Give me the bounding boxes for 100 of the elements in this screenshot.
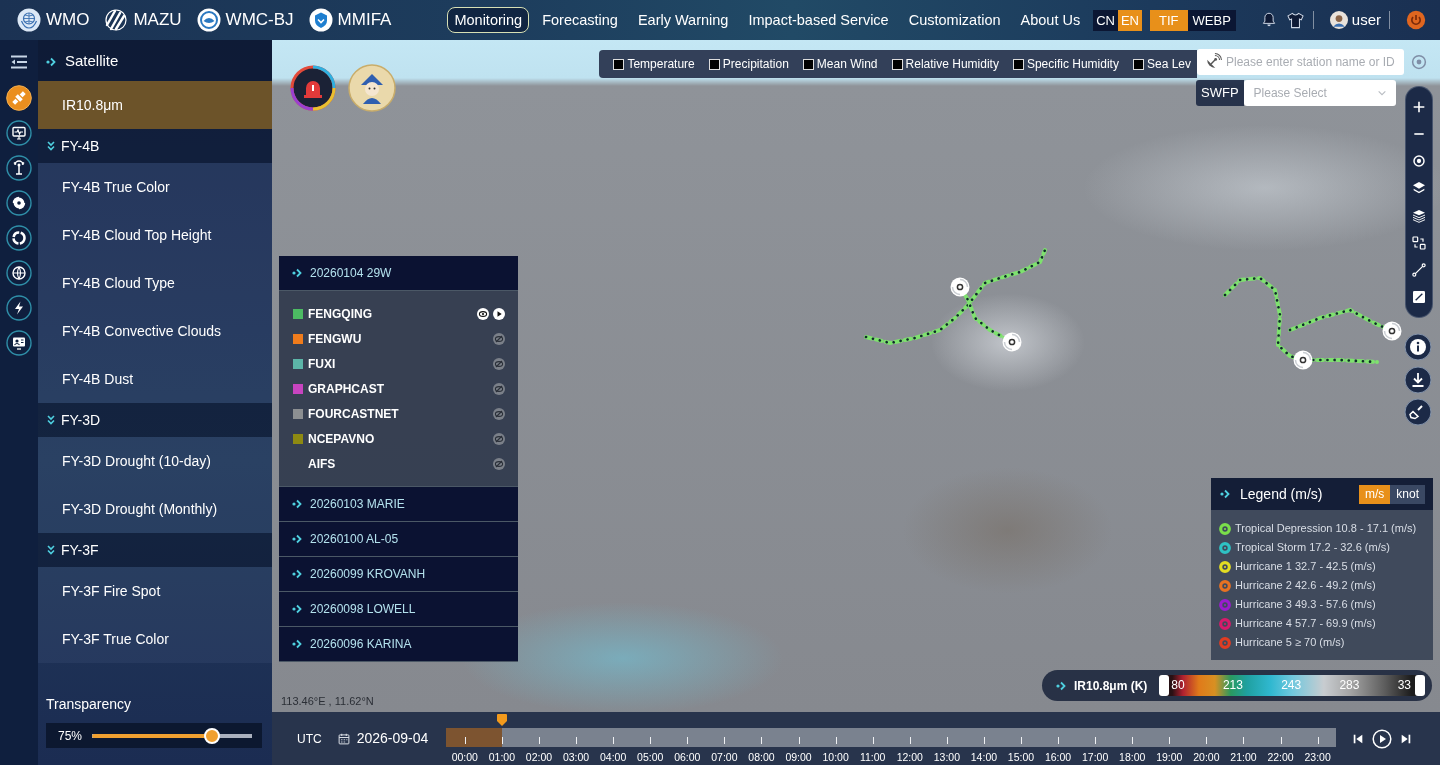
monitor-icon[interactable] [6, 120, 32, 146]
hour-label: 04:00 [600, 751, 627, 764]
lightning-icon[interactable] [6, 295, 32, 321]
stacked-layers-icon[interactable] [1411, 207, 1427, 224]
brand-name: WMO [46, 9, 90, 31]
sidebar-item[interactable]: FY-4B Convective Clouds [38, 307, 272, 355]
legend-item-label: Tropical Storm 17.2 - 32.6 (m/s) [1235, 540, 1390, 556]
typhoon-row[interactable]: 20260099 KROVANH [279, 557, 518, 592]
sidebar-item[interactable]: FY-3D Drought (10-day) [38, 437, 272, 485]
checkbox[interactable] [1132, 58, 1144, 70]
sidebar-item[interactable]: FY-4B True Color [38, 163, 272, 211]
typhoon-row[interactable]: 20260096 KARINA [279, 627, 518, 662]
hour-label: 16:00 [1044, 751, 1072, 764]
slider-thumb[interactable] [204, 727, 220, 744]
typhoon-row[interactable]: 20260098 LOWELL [279, 592, 518, 627]
hour-label: 15:00 [1007, 751, 1035, 764]
sidebar-item[interactable]: FY-4B Cloud Type [38, 259, 272, 307]
crossed-eye-icon[interactable] [493, 457, 505, 470]
user-name[interactable]: user [1351, 8, 1381, 32]
scale-tick-label: 283 [1339, 677, 1360, 694]
typhoon-marker-icon[interactable] [950, 277, 970, 297]
globe-emblem-icon [17, 8, 41, 32]
search-field[interactable]: Please enter station name or ID [1197, 49, 1404, 75]
timeline-track[interactable] [446, 728, 1337, 747]
frame-icon[interactable] [1411, 289, 1427, 306]
sidebar-item[interactable]: FY-3F Fire Spot [38, 567, 272, 615]
nav-tab[interactable]: Impact-based Service [741, 7, 896, 33]
section-toggle[interactable]: Satellite [38, 40, 272, 81]
cartoon-figure-icon[interactable] [348, 64, 396, 112]
select-field[interactable]: Please Select [1243, 80, 1396, 106]
unit-toggle[interactable]: knot [1390, 484, 1425, 504]
nav-tab[interactable]: Customization [901, 7, 1008, 33]
checkbox[interactable] [802, 58, 814, 70]
time-marker-icon[interactable] [496, 714, 507, 726]
download-icon[interactable] [1404, 366, 1432, 394]
group-toggle[interactable]: FY-3F [38, 533, 272, 567]
nav-tab[interactable]: Early Warning [630, 7, 736, 33]
info-icon[interactable] [1404, 333, 1432, 361]
typhoon-marker-icon[interactable] [1293, 350, 1313, 370]
play-icon[interactable] [1372, 728, 1393, 749]
nav-tab[interactable]: About Us [1013, 7, 1088, 33]
format-toggle[interactable]: WEBP [1187, 9, 1236, 31]
skip-back-icon[interactable] [1352, 732, 1365, 745]
swirl-icon[interactable] [6, 190, 32, 216]
legend-title: Legend (m/s) [1240, 484, 1323, 504]
nav-tab[interactable]: Forecasting [535, 7, 625, 33]
measure-line-icon[interactable] [1411, 262, 1427, 279]
typhoon-marker-icon[interactable] [1382, 321, 1402, 341]
model-name: GRAPHCAST [308, 380, 384, 398]
bell-icon[interactable] [1259, 11, 1278, 29]
sidebar-item[interactable]: FY-4B Cloud Top Height [38, 211, 272, 259]
ring-icon[interactable] [6, 225, 32, 251]
checkbox[interactable] [708, 58, 720, 70]
checkbox[interactable] [891, 58, 903, 70]
sidebar-item[interactable]: IR10.8μm [38, 81, 272, 129]
calendar-icon[interactable] [337, 732, 350, 745]
group-toggle[interactable]: FY-3D [38, 403, 272, 437]
sidebar-item[interactable]: FY-3F True Color [38, 615, 272, 663]
sidebar-item[interactable]: FY-3D Drought (Monthly) [38, 485, 272, 533]
language-toggle[interactable]: CN [1093, 9, 1118, 31]
crossed-eye-icon[interactable] [493, 332, 505, 345]
sidebar-item[interactable]: FY-4B Dust [38, 355, 272, 403]
checkbox-label: Relative Humidity [905, 56, 999, 73]
chevron-icon [292, 638, 304, 650]
checkbox[interactable] [1012, 58, 1024, 70]
swap-icon[interactable] [1411, 234, 1427, 251]
hour-label: 21:00 [1230, 751, 1257, 764]
legend-item-label: Hurricane 4 57.7 - 69.9 (m/s) [1235, 616, 1376, 632]
target-icon[interactable] [1411, 153, 1427, 170]
crossed-eye-icon[interactable] [493, 432, 505, 445]
crossed-eye-icon[interactable] [493, 357, 505, 370]
presentation-icon[interactable] [6, 330, 32, 356]
crossed-eye-icon[interactable] [493, 407, 505, 420]
hour-label: 14:00 [970, 751, 998, 764]
model-name: FENGWU [308, 330, 362, 348]
hour-label: 17:00 [1082, 751, 1109, 764]
typhoon-row[interactable]: 20260100 AL-05 [279, 522, 518, 557]
power-icon[interactable] [1406, 10, 1426, 30]
shirt-icon[interactable] [1285, 10, 1305, 30]
eye-icon[interactable] [477, 307, 489, 320]
broom-icon[interactable] [1404, 398, 1432, 426]
satellite-icon[interactable] [6, 85, 32, 111]
globe-icon[interactable] [6, 260, 32, 286]
typhoon-marker-icon[interactable] [1002, 332, 1022, 352]
hour-label: 13:00 [933, 751, 960, 764]
range-handle[interactable] [1415, 675, 1425, 696]
typhoon-row[interactable]: 20260103 MARIE [279, 487, 518, 522]
skip-forward-icon[interactable] [1400, 732, 1413, 745]
range-handle[interactable] [1159, 675, 1170, 696]
checkbox[interactable] [613, 58, 625, 70]
typhoon-row[interactable]: 20260104 29W [279, 256, 518, 291]
timezone-label: UTC [297, 730, 322, 748]
crossed-eye-icon[interactable] [493, 382, 505, 395]
siren-icon[interactable] [290, 65, 336, 111]
play-icon[interactable] [493, 307, 505, 320]
antenna-icon[interactable] [6, 155, 32, 181]
nav-tab[interactable]: Monitoring [447, 7, 530, 33]
menu-icon[interactable] [10, 55, 28, 69]
date-field[interactable]: 2026-09-04 [356, 728, 429, 749]
group-toggle[interactable]: FY-4B [38, 129, 272, 163]
